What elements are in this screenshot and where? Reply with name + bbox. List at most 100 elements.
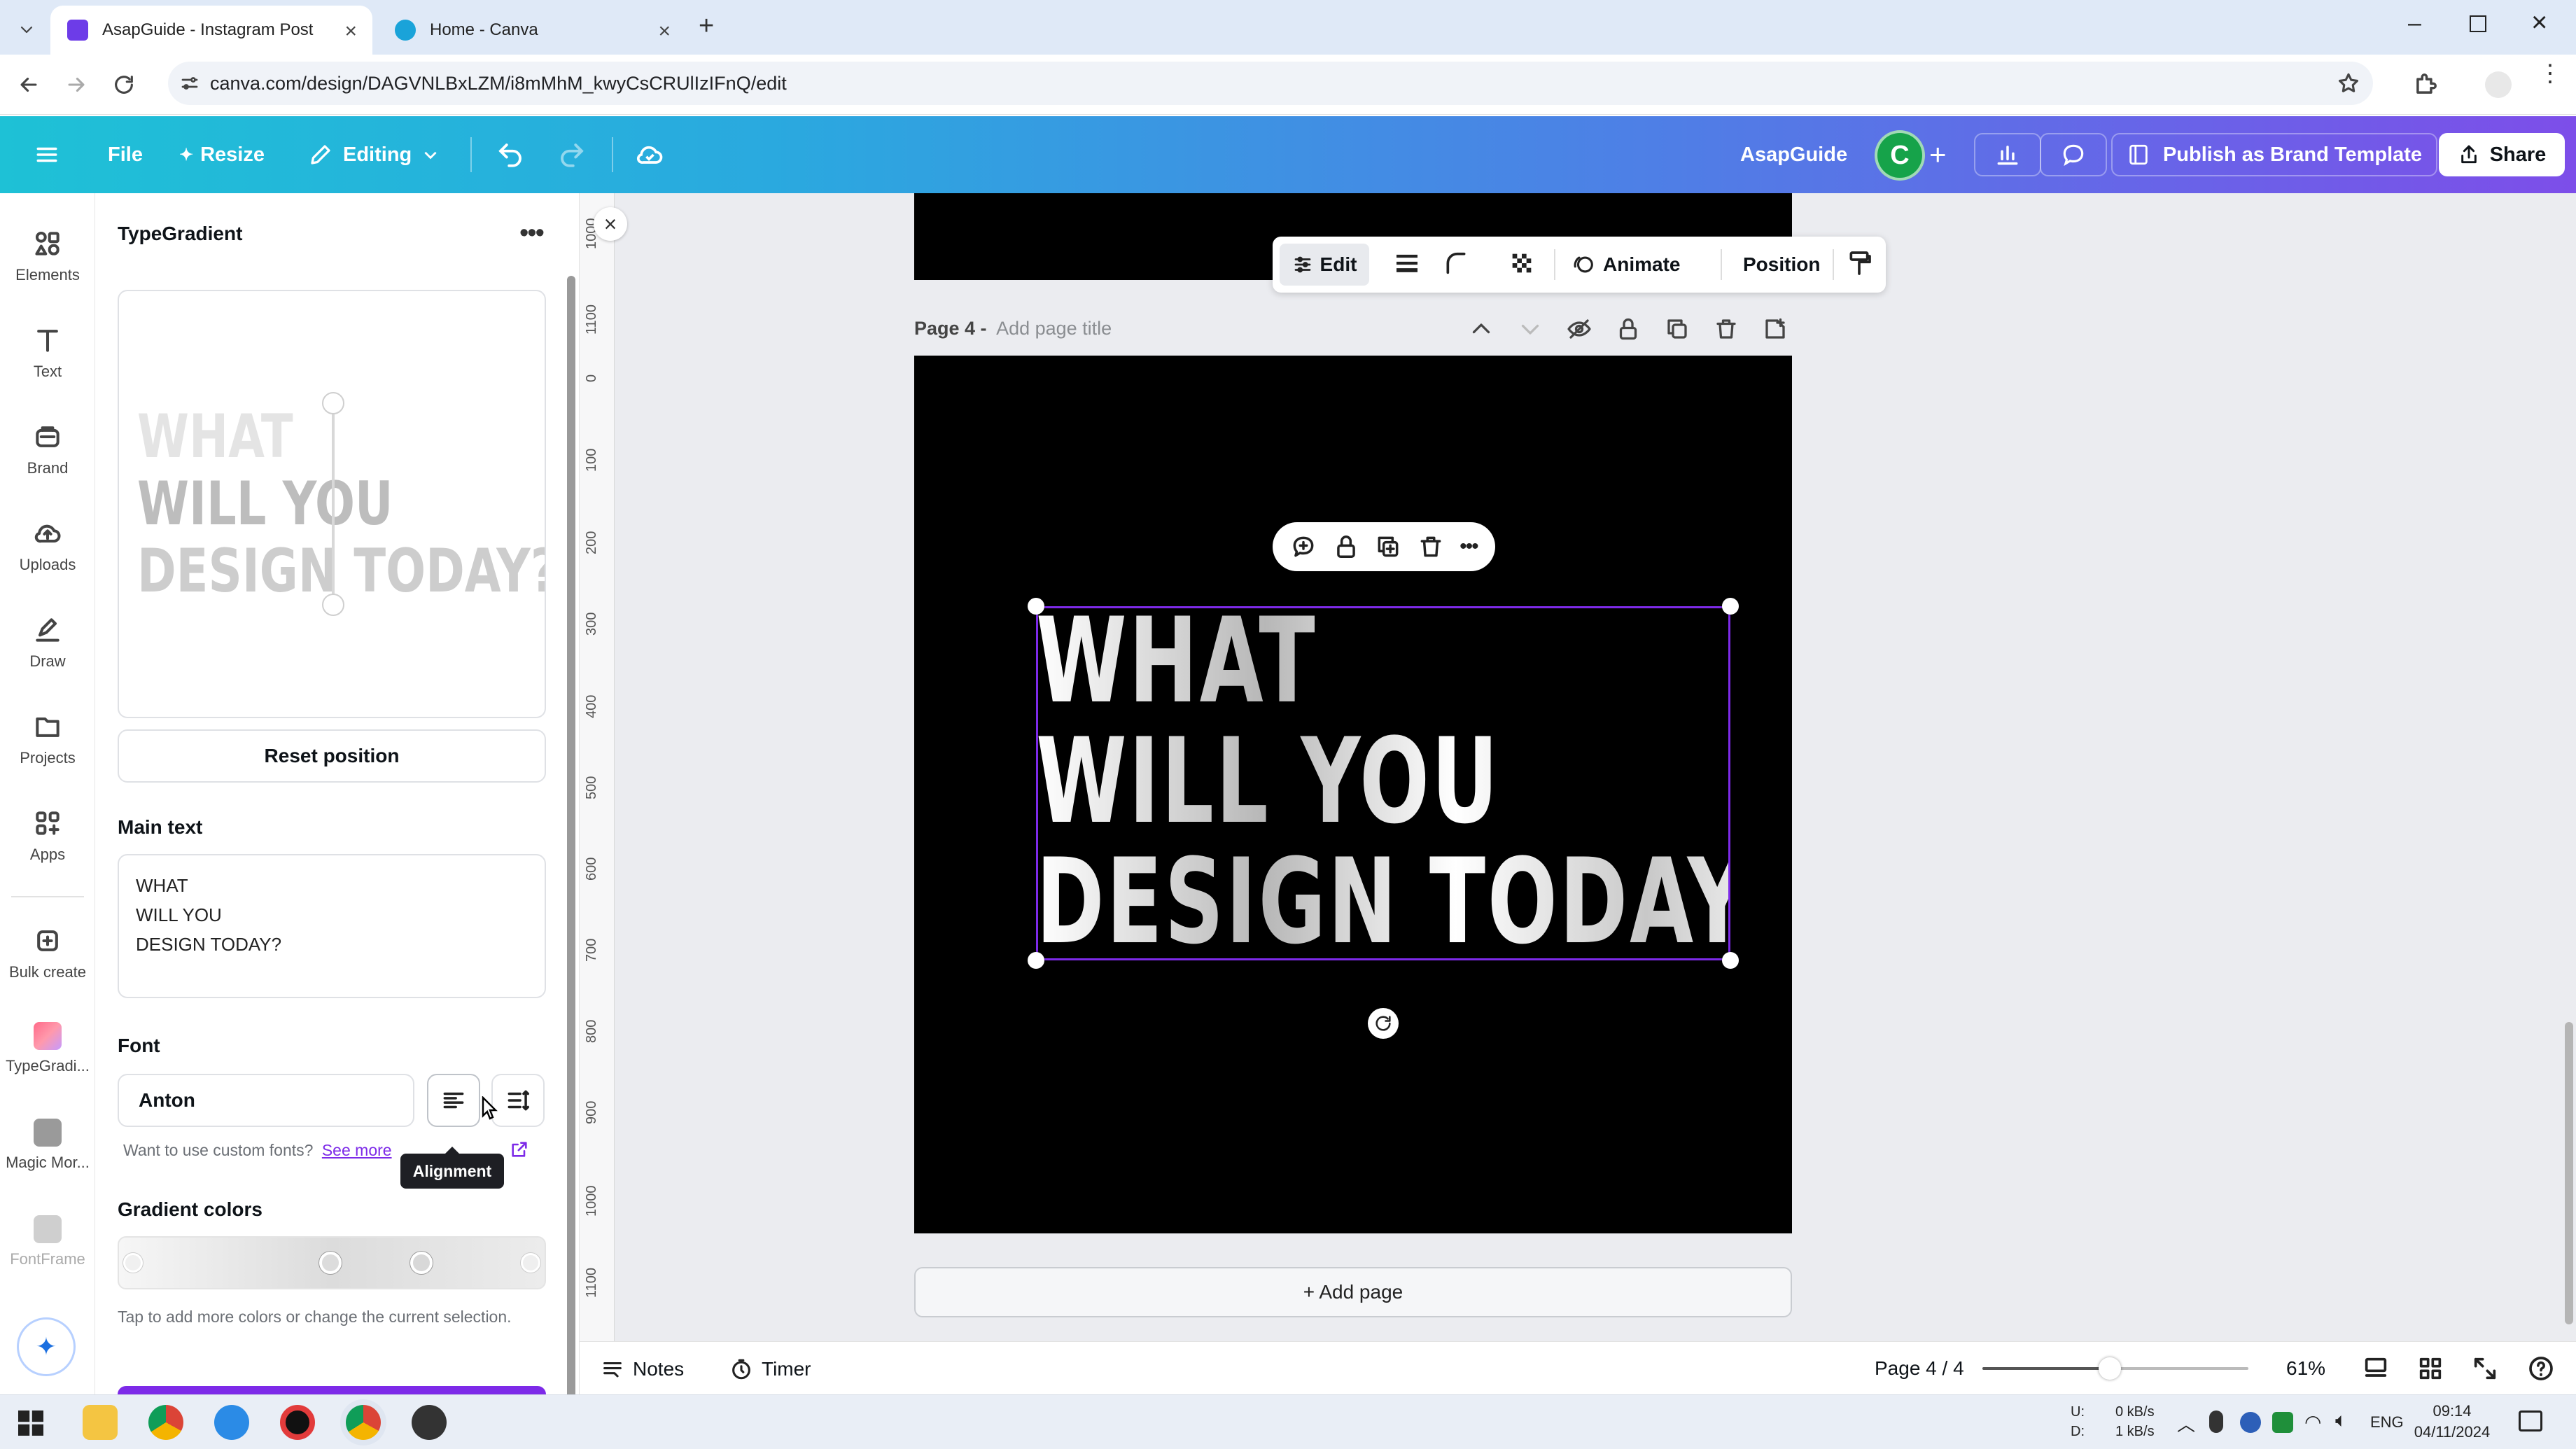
lock-icon[interactable]	[1333, 533, 1359, 560]
notifications-icon[interactable]	[2519, 1410, 2542, 1432]
lock-page-icon[interactable]	[1616, 316, 1641, 342]
gradient-stop-4[interactable]	[521, 1253, 540, 1273]
reload-button[interactable]	[112, 73, 136, 97]
rail-item-bulk-create[interactable]: Bulk create	[0, 925, 95, 981]
zoom-slider-thumb[interactable]	[2098, 1357, 2121, 1380]
file-menu-button[interactable]: File	[108, 116, 143, 193]
main-text-input[interactable]: WHAT WILL YOU DESIGN TODAY?	[118, 854, 546, 998]
close-window-button[interactable]: ×	[2531, 7, 2547, 38]
forward-button[interactable]	[64, 73, 88, 97]
timer-button[interactable]: Timer	[729, 1357, 811, 1381]
grid-view-icon[interactable]	[2416, 1354, 2444, 1382]
hide-page-icon[interactable]	[1567, 316, 1592, 342]
tray-chevron-icon[interactable]: ︿	[2177, 1410, 2195, 1436]
alignment-button[interactable]	[427, 1074, 480, 1127]
page-count-button[interactable]: Page 4 / 4	[1875, 1357, 1964, 1380]
wifi-icon[interactable]: ◠	[2304, 1410, 2321, 1434]
zoom-slider-track[interactable]	[1982, 1357, 2248, 1380]
close-tab-icon[interactable]: ×	[344, 20, 357, 43]
language-indicator[interactable]: ENG	[2370, 1413, 2404, 1432]
profile-avatar[interactable]	[2485, 71, 2512, 98]
transparency-button[interactable]	[1508, 249, 1536, 277]
share-button[interactable]: Share	[2439, 133, 2565, 176]
gradient-stop-1[interactable]	[123, 1253, 143, 1273]
rail-item-apps[interactable]: Apps	[0, 808, 95, 864]
add-page-button[interactable]: + Add page	[914, 1267, 1792, 1317]
add-comment-icon[interactable]	[1290, 533, 1317, 560]
resize-handle-bottom-right[interactable]	[1722, 952, 1739, 969]
delete-page-icon[interactable]	[1714, 316, 1739, 342]
recorder-taskbar-icon[interactable]	[280, 1405, 315, 1440]
browser-menu-button[interactable]: ⋮	[2538, 62, 2562, 85]
chrome-taskbar-icon[interactable]	[148, 1405, 183, 1440]
border-style-button[interactable]	[1393, 249, 1421, 277]
resize-handle-top-right[interactable]	[1722, 598, 1739, 615]
chrome-active-taskbar-icon[interactable]	[346, 1405, 381, 1440]
edit-button[interactable]: Edit	[1280, 244, 1369, 286]
volume-icon[interactable]: 🔈︎	[2335, 1409, 2347, 1432]
editing-mode-button[interactable]: Editing	[308, 116, 440, 193]
resize-button[interactable]: ✦ Resize	[179, 116, 265, 193]
user-avatar[interactable]: C	[1875, 130, 1925, 181]
undo-button[interactable]	[496, 116, 525, 193]
magic-assistant-button[interactable]: ✦	[17, 1317, 76, 1376]
url-field[interactable]: canva.com/design/DAGVNLBxLZM/i8mMhM_kwyC…	[168, 62, 2373, 105]
page-view-icon[interactable]	[2362, 1354, 2390, 1382]
duplicate-page-icon[interactable]	[1665, 316, 1690, 342]
tab-list-button[interactable]	[13, 15, 41, 43]
animate-button[interactable]: Animate	[1572, 244, 1680, 286]
font-select[interactable]: Anton	[118, 1074, 414, 1127]
rail-item-projects[interactable]: Projects	[0, 711, 95, 767]
duplicate-icon[interactable]	[1375, 533, 1401, 560]
trash-icon[interactable]	[1418, 533, 1444, 560]
resize-handle-bottom-left[interactable]	[1028, 952, 1044, 969]
tray-app-icon[interactable]	[2240, 1412, 2261, 1433]
panel-scrollbar[interactable]	[567, 276, 575, 1394]
see-more-link[interactable]: See more	[322, 1141, 392, 1159]
minimize-window-button[interactable]: –	[2408, 10, 2421, 37]
apply-button[interactable]	[118, 1386, 546, 1394]
rail-item-uploads[interactable]: Uploads	[0, 518, 95, 574]
close-tab-icon[interactable]: ×	[658, 20, 671, 43]
new-tab-button[interactable]: +	[699, 11, 714, 41]
chevron-down-icon[interactable]	[1518, 316, 1543, 342]
comments-button[interactable]	[2040, 133, 2107, 176]
app-taskbar-icon[interactable]	[412, 1405, 447, 1440]
preview-box[interactable]: WHAT WILL YOU DESIGN TODAY?	[118, 290, 546, 718]
chevron-up-icon[interactable]	[1469, 316, 1494, 342]
rail-item-elements[interactable]: Elements	[0, 228, 95, 284]
insights-button[interactable]	[1974, 133, 2041, 176]
gradient-direction-handle-bottom[interactable]	[322, 594, 344, 616]
add-page-after-icon[interactable]	[1763, 316, 1788, 342]
site-info-icon[interactable]	[179, 73, 200, 94]
more-options-icon[interactable]: •••	[1460, 535, 1478, 559]
browser-tab-active[interactable]: AsapGuide - Instagram Post ×	[50, 6, 372, 55]
bookmark-star-icon[interactable]	[2337, 71, 2360, 95]
position-button[interactable]: Position	[1729, 244, 1834, 286]
corner-rounding-button[interactable]	[1442, 249, 1470, 277]
main-menu-button[interactable]	[35, 116, 59, 193]
help-icon[interactable]	[2527, 1354, 2555, 1382]
gradient-stop-2[interactable]	[319, 1252, 342, 1274]
rail-item-typegradient[interactable]: TypeGradi...	[0, 1022, 95, 1075]
clock[interactable]: 09:14 04/11/2024	[2414, 1401, 2491, 1443]
back-button[interactable]	[17, 73, 41, 97]
zoom-level[interactable]: 61%	[2286, 1357, 2325, 1380]
reset-position-button[interactable]: Reset position	[118, 729, 546, 783]
publish-brand-template-button[interactable]: Publish as Brand Template	[2111, 133, 2437, 176]
gradient-stop-3[interactable]	[410, 1252, 433, 1274]
close-panel-button[interactable]: ×	[594, 207, 627, 241]
notes-button[interactable]: Notes	[601, 1357, 684, 1381]
rail-item-draw[interactable]: Draw	[0, 615, 95, 671]
rail-item-fontframe[interactable]: FontFrame	[0, 1215, 95, 1268]
invite-button[interactable]: +	[1929, 116, 1947, 193]
browser-tab[interactable]: Home - Canva ×	[378, 6, 686, 55]
restore-window-button[interactable]	[2470, 15, 2486, 32]
cloud-save-status-button[interactable]	[634, 116, 665, 193]
page-title-input[interactable]: Add page title	[996, 318, 1112, 339]
microphone-icon[interactable]	[2209, 1410, 2223, 1433]
file-explorer-taskbar-icon[interactable]	[83, 1405, 118, 1440]
rotate-handle[interactable]	[1368, 1008, 1399, 1039]
tray-app-icon[interactable]	[2272, 1412, 2293, 1433]
windows-start-button[interactable]	[18, 1410, 43, 1436]
